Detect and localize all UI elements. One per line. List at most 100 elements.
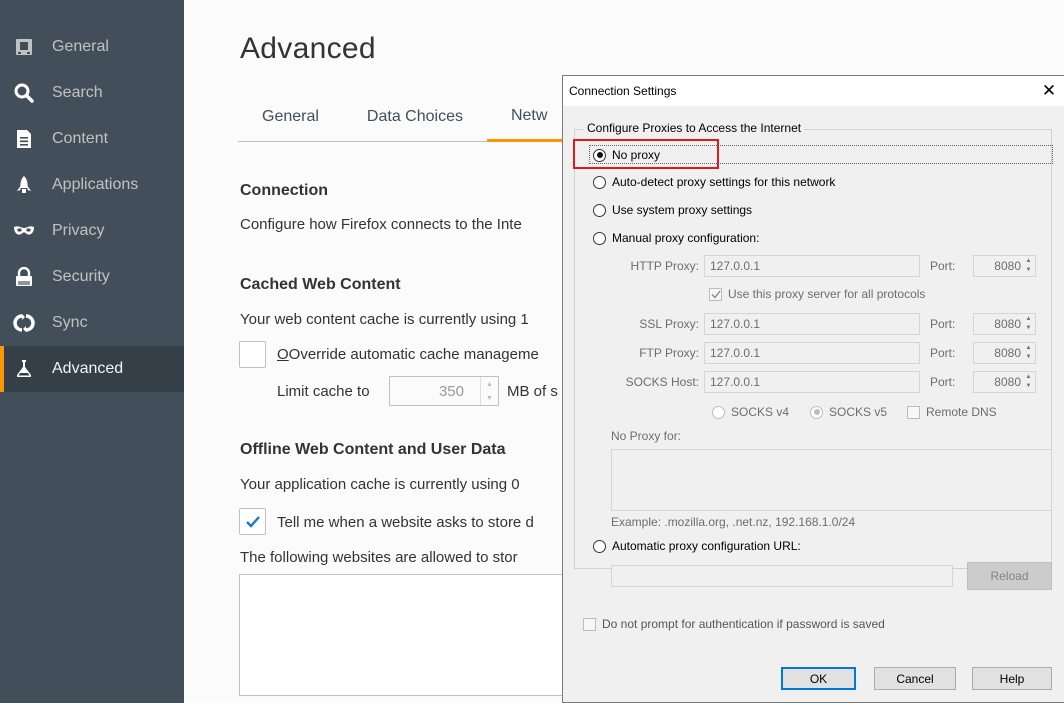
override-cache-label-text: Override automatic cache manageme [288,346,539,363]
sidebar-item-label: General [52,38,109,55]
socks-v4-radio[interactable]: SOCKS v4 [712,405,789,419]
sidebar-item-label: Search [52,84,103,101]
search-icon [13,82,35,104]
close-icon[interactable]: ✕ [1040,81,1058,101]
port-spinner[interactable]: ▲ ▼ [1023,257,1034,275]
auto-config-url-input[interactable] [611,565,953,587]
http-port-value: 8080 [994,259,1021,273]
sidebar-item-label: Applications [52,176,139,193]
content-icon [13,128,35,150]
help-button[interactable]: Help [972,667,1052,690]
spin-up-icon[interactable]: ▲ [1023,315,1034,324]
cache-size-input[interactable]: 350 ▲ ▼ [389,376,499,406]
cache-heading: Cached Web Content [240,276,401,293]
spin-down-icon[interactable]: ▼ [1023,266,1034,275]
reload-button[interactable]: Reload [967,562,1052,590]
tab-network[interactable]: Netw [486,92,572,142]
cache-size-value: 350 [438,382,464,400]
sidebar-item-label: Sync [52,314,88,331]
tab-data-choices[interactable]: Data Choices [343,92,487,142]
port-spinner[interactable]: ▲ ▼ [1023,373,1034,391]
limit-cache-label: Limit cache to [277,383,370,400]
ok-button[interactable]: OK [781,667,856,690]
sidebar-item-general[interactable]: General [0,24,184,70]
socks-host-input[interactable]: 127.0.0.1 [704,371,920,393]
socks-port-value: 8080 [994,375,1021,389]
ssl-port-value: 8080 [994,317,1021,331]
radio-icon [593,539,606,553]
sidebar-item-content[interactable]: Content [0,116,184,162]
spin-up-icon[interactable]: ▲ [481,377,498,391]
http-proxy-input[interactable]: 127.0.0.1 [704,255,920,277]
spin-up-icon[interactable]: ▲ [1023,257,1034,266]
http-proxy-label: HTTP Proxy: [630,259,699,273]
general-icon [13,36,35,58]
ftp-port-input[interactable]: 8080 ▲ ▼ [973,342,1036,364]
system-proxy-radio[interactable]: Use system proxy settings [593,203,752,217]
applications-icon [13,174,35,196]
spin-down-icon[interactable]: ▼ [1023,353,1034,362]
radio-selected-icon [810,405,823,419]
override-cache-checkbox[interactable] [239,341,266,368]
ftp-proxy-input[interactable]: 127.0.0.1 [704,342,920,364]
sidebar-item-privacy[interactable]: Privacy [0,208,184,254]
checkmark-icon [245,515,260,528]
ssl-port-label: Port: [930,317,956,331]
spin-down-icon[interactable]: ▼ [481,391,498,405]
http-port-input[interactable]: 8080 ▲ ▼ [973,255,1036,277]
page-title: Advanced [240,32,376,65]
system-proxy-label: Use system proxy settings [612,203,753,217]
radio-icon [593,175,606,189]
connection-heading: Connection [240,182,328,199]
same-proxy-checkbox[interactable]: Use this proxy server for all protocols [709,287,925,301]
tell-me-checkbox[interactable] [239,508,266,535]
override-cache-label-accel: O [277,346,289,363]
socks-v5-radio[interactable]: SOCKS v5 [810,405,887,419]
no-proxy-for-label: No Proxy for: [611,429,682,443]
auto-config-url-radio[interactable]: Automatic proxy configuration URL: [593,539,801,553]
socks-port-label: Port: [930,375,956,389]
ssl-proxy-label: SSL Proxy: [639,317,699,331]
sidebar-item-security[interactable]: Security [0,254,184,300]
cache-unit-label: MB of s [507,383,558,400]
sidebar-item-search[interactable]: Search [0,70,184,116]
sidebar-item-advanced[interactable]: Advanced [0,346,184,392]
socks-v4-label: SOCKS v4 [731,405,790,419]
no-proxy-for-textarea[interactable] [611,449,1052,511]
auto-config-url-label: Automatic proxy configuration URL: [612,539,801,553]
sidebar-item-sync[interactable]: Sync [0,300,184,346]
port-spinner[interactable]: ▲ ▼ [1023,344,1034,362]
auto-detect-radio[interactable]: Auto-detect proxy settings for this netw… [593,175,835,189]
cancel-button[interactable]: Cancel [874,667,956,690]
ssl-port-input[interactable]: 8080 ▲ ▼ [973,313,1036,335]
tab-general[interactable]: General [238,92,343,142]
ftp-port-value: 8080 [994,346,1021,360]
sidebar-item-label: Advanced [52,360,124,377]
spin-up-icon[interactable]: ▲ [1023,373,1034,382]
allowed-websites-text: The following websites are allowed to st… [240,549,518,566]
no-prompt-auth-label: Do not prompt for authentication if pass… [602,617,885,631]
no-prompt-auth-checkbox[interactable]: Do not prompt for authentication if pass… [583,617,885,631]
security-lock-icon [13,266,35,288]
spin-up-icon[interactable]: ▲ [1023,344,1034,353]
sidebar-item-applications[interactable]: Applications [0,162,184,208]
same-proxy-label: Use this proxy server for all protocols [728,287,926,301]
cache-size-spinner[interactable]: ▲ ▼ [480,377,498,405]
cache-usage-text: Your web content cache is currently usin… [240,311,529,328]
socks-port-input[interactable]: 8080 ▲ ▼ [973,371,1036,393]
remote-dns-checkbox[interactable]: Remote DNS [907,405,997,419]
override-cache-label: OOverride automatic cache manageme [277,346,539,363]
http-port-label: Port: [930,259,956,273]
no-proxy-example: Example: .mozilla.org, .net.nz, 192.168.… [611,515,856,529]
socks-host-label: SOCKS Host: [625,375,699,389]
port-spinner[interactable]: ▲ ▼ [1023,315,1034,333]
spin-down-icon[interactable]: ▼ [1023,324,1034,333]
ftp-port-label: Port: [930,346,956,360]
sidebar-item-label: Security [52,268,110,285]
manual-proxy-radio[interactable]: Manual proxy configuration: [593,231,759,245]
sidebar-item-label: Privacy [52,222,105,239]
spin-down-icon[interactable]: ▼ [1023,382,1034,391]
sync-icon [13,312,35,334]
radio-icon [593,203,606,217]
ssl-proxy-input[interactable]: 127.0.0.1 [704,313,920,335]
